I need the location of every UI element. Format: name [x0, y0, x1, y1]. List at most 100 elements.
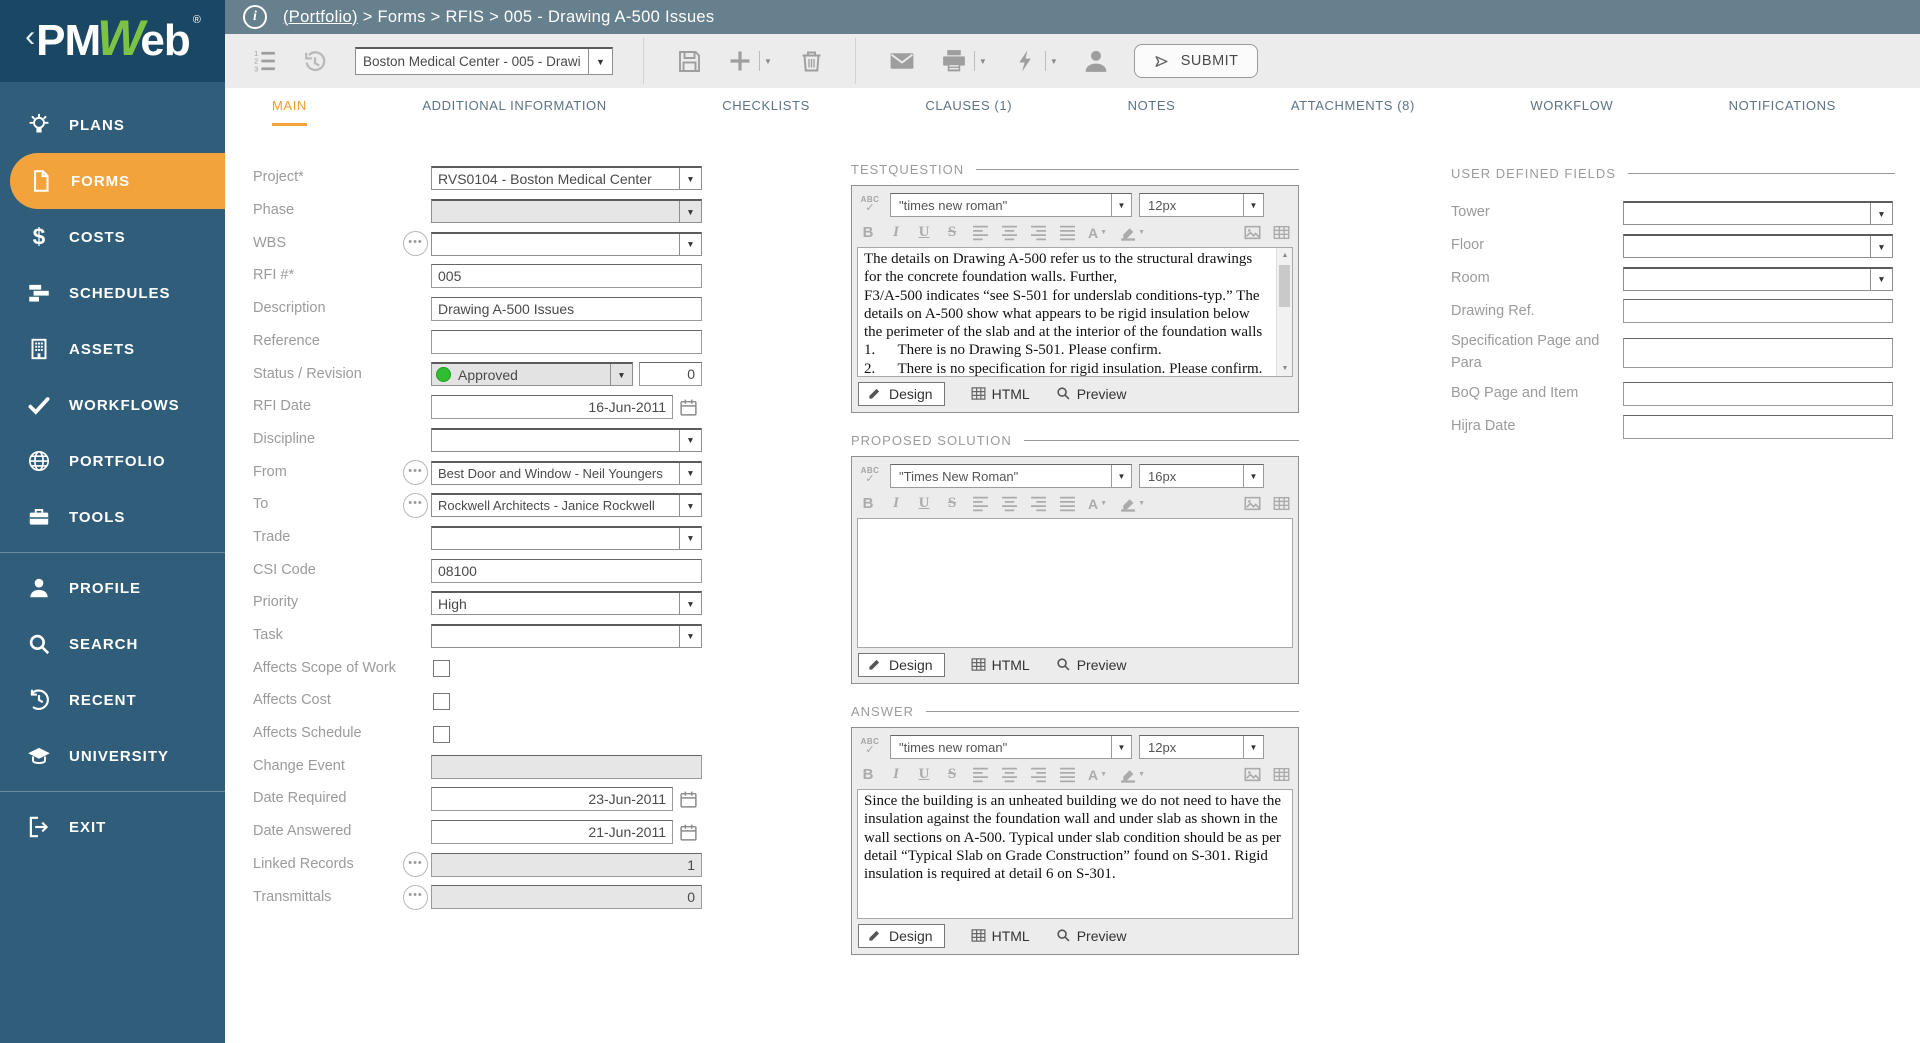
align-right-icon[interactable] [1030, 224, 1047, 241]
align-justify-icon[interactable] [1059, 766, 1076, 783]
tab-notes[interactable]: NOTES [1128, 88, 1176, 126]
project-select[interactable]: RVS0104 - Boston Medical Center ▼ [431, 166, 702, 190]
chevron-down-icon[interactable]: ▼ [1111, 465, 1131, 487]
scrollbar-thumb[interactable] [1279, 265, 1290, 307]
hijra-date-input[interactable] [1623, 415, 1893, 439]
sidebar-item-portfolio[interactable]: PORTFOLIO [0, 433, 225, 489]
record-selector-dropdown[interactable]: Boston Medical Center - 005 - Drawi ▼ [355, 47, 613, 75]
calendar-icon[interactable] [679, 398, 698, 417]
scroll-down-icon[interactable]: ▼ [1277, 361, 1293, 376]
tab-attachments[interactable]: ATTACHMENTS (8) [1291, 88, 1415, 126]
scroll-up-icon[interactable]: ▲ [1277, 248, 1293, 263]
align-right-icon[interactable] [1030, 766, 1047, 783]
chevron-down-icon[interactable]: ▼ [1870, 203, 1892, 224]
insert-image-icon[interactable] [1244, 224, 1261, 241]
font-color-button[interactable]: A▼ [1088, 225, 1107, 241]
font-size-select[interactable]: 12px ▼ [1139, 193, 1264, 217]
save-icon[interactable] [676, 48, 703, 75]
design-view-button[interactable]: Design [858, 653, 945, 677]
chevron-down-icon[interactable]: ▼ [679, 463, 701, 484]
chevron-down-icon[interactable]: ▼ [1050, 57, 1058, 66]
bold-icon[interactable]: B [860, 224, 876, 241]
chevron-down-icon[interactable]: ▼ [679, 593, 701, 614]
preview-button[interactable]: Preview [1056, 386, 1127, 402]
chevron-down-icon[interactable]: ▼ [979, 57, 987, 66]
chevron-down-icon[interactable]: ▼ [1870, 236, 1892, 257]
sidebar-item-profile[interactable]: PROFILE [0, 560, 225, 616]
breadcrumb-portfolio-link[interactable]: (Portfolio) [283, 8, 358, 26]
align-center-icon[interactable] [1001, 766, 1018, 783]
html-view-button[interactable]: HTML [971, 657, 1030, 673]
highlight-color-button[interactable]: ▼ [1119, 495, 1145, 512]
affects-cost-checkbox[interactable] [433, 693, 450, 710]
spellcheck-icon[interactable]: ABC✓ [857, 467, 883, 485]
align-right-icon[interactable] [1030, 495, 1047, 512]
answer-textarea[interactable]: Since the building is an unheated buildi… [857, 789, 1293, 919]
align-justify-icon[interactable] [1059, 224, 1076, 241]
font-color-button[interactable]: A▼ [1088, 496, 1107, 512]
submit-button[interactable]: SUBMIT [1134, 44, 1258, 78]
chevron-down-icon[interactable]: ▼ [1870, 269, 1892, 290]
info-icon[interactable]: i [243, 5, 267, 29]
insert-table-icon[interactable] [1273, 766, 1290, 783]
room-select[interactable]: ▼ [1623, 267, 1893, 291]
from-lookup-button[interactable]: ••• [403, 460, 428, 485]
delete-icon[interactable] [798, 48, 825, 75]
chevron-down-icon[interactable]: ▼ [1243, 194, 1263, 216]
calendar-icon[interactable] [679, 790, 698, 809]
chevron-down-icon[interactable]: ▼ [679, 528, 701, 549]
priority-select[interactable]: High ▼ [431, 591, 702, 615]
spellcheck-icon[interactable]: ABC✓ [857, 196, 883, 214]
underline-icon[interactable]: U [916, 766, 932, 783]
sidebar-item-recent[interactable]: RECENT [0, 672, 225, 728]
tab-main[interactable]: MAIN [272, 88, 307, 126]
boq-page-input[interactable] [1623, 382, 1893, 406]
sidebar-item-workflows[interactable]: WORKFLOWS [0, 377, 225, 433]
chevron-down-icon[interactable]: ▼ [588, 49, 612, 74]
underline-icon[interactable]: U [916, 495, 932, 512]
to-lookup-button[interactable]: ••• [403, 493, 428, 518]
tab-checklists[interactable]: CHECKLISTS [722, 88, 810, 126]
italic-icon[interactable]: I [888, 224, 904, 241]
chevron-down-icon[interactable]: ▼ [1111, 736, 1131, 758]
align-left-icon[interactable] [972, 224, 989, 241]
tower-select[interactable]: ▼ [1623, 201, 1893, 225]
add-record-button[interactable]: ▼ [727, 48, 772, 74]
print-button[interactable]: ▼ [940, 47, 987, 75]
pmweb-logo[interactable]: ‹ PM W eb ® [0, 0, 225, 82]
bold-icon[interactable]: B [860, 495, 876, 512]
scrollbar[interactable]: ▲ ▼ [1276, 248, 1292, 376]
highlight-color-button[interactable]: ▼ [1119, 766, 1145, 783]
design-view-button[interactable]: Design [858, 382, 945, 406]
sidebar-item-costs[interactable]: $ COSTS [0, 209, 225, 265]
chevron-down-icon[interactable]: ▼ [679, 430, 701, 451]
linked-records-button[interactable]: ••• [403, 852, 428, 877]
chevron-down-icon[interactable]: ▼ [764, 57, 772, 66]
trade-select[interactable]: ▼ [431, 526, 702, 550]
sidebar-item-schedules[interactable]: SCHEDULES [0, 265, 225, 321]
chevron-down-icon[interactable]: ▼ [1243, 465, 1263, 487]
font-family-select[interactable]: "Times New Roman" ▼ [890, 464, 1132, 488]
chevron-down-icon[interactable]: ▼ [610, 364, 632, 385]
record-history-icon[interactable] [301, 47, 329, 75]
rfi-date-input[interactable]: 16-Jun-2011 [431, 395, 673, 419]
rfi-number-input[interactable]: 005 [431, 264, 702, 288]
tab-workflow[interactable]: WORKFLOW [1530, 88, 1613, 126]
wbs-lookup-button[interactable]: ••• [403, 231, 428, 256]
sidebar-item-plans[interactable]: PLANS [0, 97, 225, 153]
chevron-down-icon[interactable]: ▼ [679, 234, 701, 255]
highlight-color-button[interactable]: ▼ [1119, 224, 1145, 241]
reference-input[interactable] [431, 330, 702, 354]
html-view-button[interactable]: HTML [971, 928, 1030, 944]
sidebar-item-exit[interactable]: EXIT [0, 799, 225, 855]
align-center-icon[interactable] [1001, 495, 1018, 512]
affects-schedule-checkbox[interactable] [433, 726, 450, 743]
csi-code-input[interactable]: 08100 [431, 559, 702, 583]
floor-select[interactable]: ▼ [1623, 234, 1893, 258]
tab-notifications[interactable]: NOTIFICATIONS [1729, 88, 1836, 126]
drawing-ref-input[interactable] [1623, 299, 1893, 323]
sidebar-item-tools[interactable]: TOOLS [0, 489, 225, 545]
chevron-down-icon[interactable]: ▼ [1111, 194, 1131, 216]
spec-page-input[interactable] [1623, 338, 1893, 368]
to-select[interactable]: Rockwell Architects - Janice Rockwell ▼ [431, 493, 702, 517]
